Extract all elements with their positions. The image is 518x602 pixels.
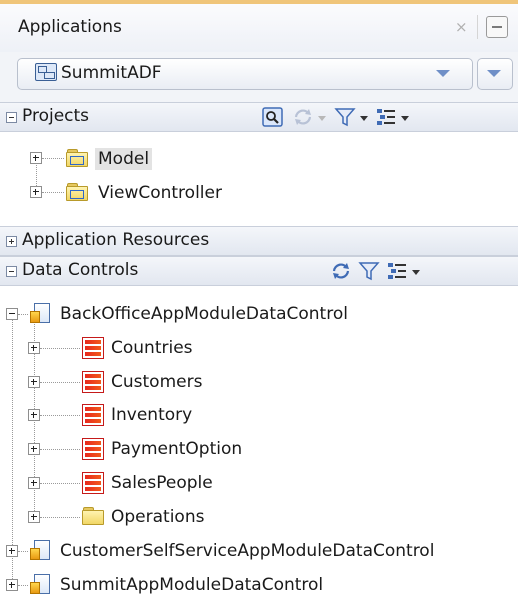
data-control-icon xyxy=(30,574,54,596)
close-icon[interactable]: × xyxy=(455,18,468,36)
collapse-icon[interactable] xyxy=(6,308,18,320)
collapse-icon[interactable] xyxy=(6,266,17,277)
data-control-icon xyxy=(30,540,54,562)
refresh-icon[interactable] xyxy=(292,106,314,128)
projects-label: Projects xyxy=(22,106,90,126)
data-control-icon xyxy=(30,303,54,325)
tree-connector xyxy=(18,314,28,315)
tree-connector xyxy=(40,382,80,383)
expand-icon[interactable] xyxy=(28,376,40,388)
expand-icon[interactable] xyxy=(30,152,42,164)
titlebar-divider xyxy=(477,15,478,39)
expand-icon[interactable] xyxy=(6,579,18,591)
application-selector-value: SummitADF xyxy=(61,63,162,83)
chevron-down-icon xyxy=(487,70,501,77)
collection-icon xyxy=(82,438,104,460)
collapse-icon[interactable] xyxy=(6,112,17,123)
tree-connector xyxy=(40,449,80,450)
expand-icon[interactable] xyxy=(28,511,40,523)
tree-item-data-control[interactable]: SummitAppModuleDataControl xyxy=(60,575,323,595)
application-resources-label: Application Resources xyxy=(22,230,210,250)
project-folder-icon xyxy=(66,149,88,167)
chevron-down-icon[interactable] xyxy=(436,70,450,77)
tree-connector xyxy=(42,158,64,159)
tree-connector xyxy=(42,192,64,193)
chevron-down-icon[interactable] xyxy=(412,270,420,275)
tree-item-collection[interactable]: Customers xyxy=(111,372,202,392)
chevron-down-icon[interactable] xyxy=(401,116,409,121)
view-options-icon[interactable] xyxy=(386,260,408,282)
data-controls-label: Data Controls xyxy=(22,260,139,280)
tree-item-data-control[interactable]: CustomerSelfServiceAppModuleDataControl xyxy=(60,541,434,561)
tree-item-collection[interactable]: SalesPeople xyxy=(111,473,213,493)
tree-connector xyxy=(40,348,80,349)
tree-item-viewcontroller[interactable]: ViewController xyxy=(98,183,222,203)
expand-icon[interactable] xyxy=(6,236,17,247)
refresh-icon[interactable] xyxy=(330,260,352,282)
tree-item-collection[interactable]: Countries xyxy=(111,338,193,358)
view-options-icon[interactable] xyxy=(375,106,397,128)
filter-icon[interactable] xyxy=(358,260,380,282)
tree-connector xyxy=(18,585,28,586)
tree-connector xyxy=(40,415,80,416)
expand-icon[interactable] xyxy=(28,409,40,421)
tree-connector xyxy=(18,551,28,552)
tree-item-data-control[interactable]: BackOfficeAppModuleDataControl xyxy=(60,304,348,324)
collection-icon xyxy=(82,371,104,393)
chevron-down-icon[interactable] xyxy=(360,116,368,121)
tree-item-model[interactable]: Model xyxy=(95,148,153,170)
minimize-icon[interactable] xyxy=(486,16,508,38)
filter-icon[interactable] xyxy=(334,106,356,128)
chevron-down-icon[interactable] xyxy=(318,116,326,121)
tree-item-collection[interactable]: PaymentOption xyxy=(111,439,242,459)
tree-connector xyxy=(40,483,80,484)
tree-connector xyxy=(40,517,80,518)
application-icon xyxy=(35,63,57,81)
collection-icon xyxy=(82,337,104,359)
collection-icon xyxy=(82,404,104,426)
expand-icon[interactable] xyxy=(6,545,18,557)
expand-icon[interactable] xyxy=(28,342,40,354)
panel-title: Applications xyxy=(18,17,122,37)
expand-icon[interactable] xyxy=(28,477,40,489)
collection-icon xyxy=(82,472,104,494)
project-folder-icon xyxy=(66,183,88,201)
search-icon[interactable] xyxy=(262,106,284,128)
folder-icon xyxy=(82,507,104,525)
tree-item-operations[interactable]: Operations xyxy=(111,507,204,527)
expand-icon[interactable] xyxy=(28,443,40,455)
expand-icon[interactable] xyxy=(30,186,42,198)
tree-item-collection[interactable]: Inventory xyxy=(111,405,192,425)
